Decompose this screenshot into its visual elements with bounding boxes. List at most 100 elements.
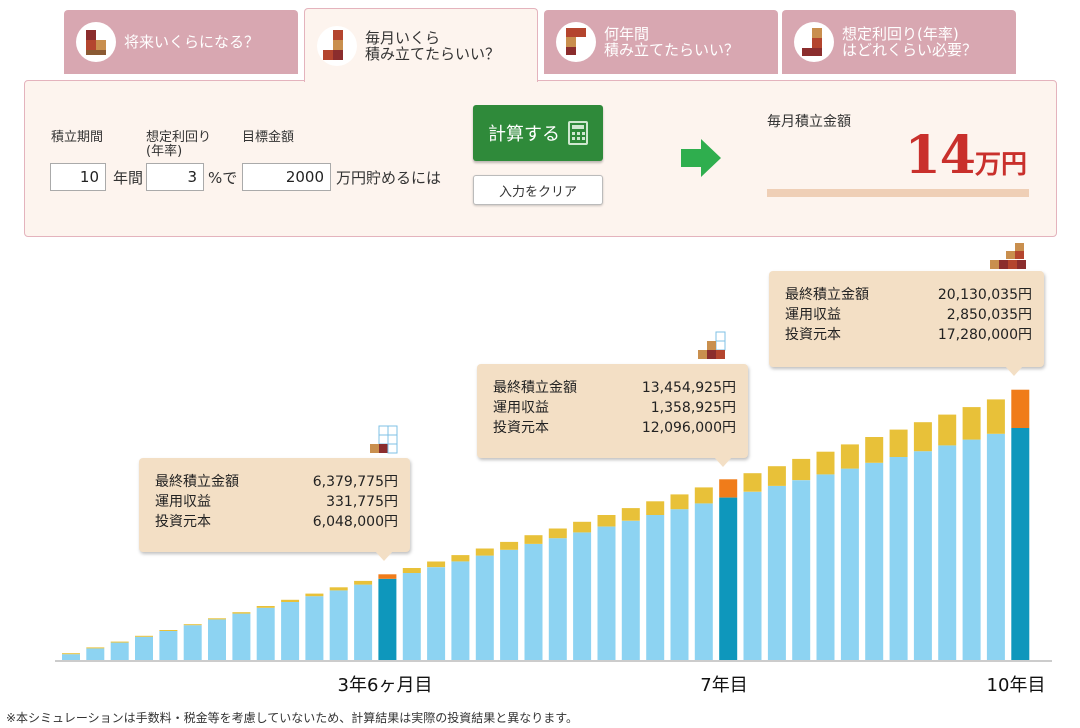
bar-gain <box>767 466 786 486</box>
callout-row: 投資元本 12,096,000円 <box>493 418 736 438</box>
bar-principal <box>232 613 251 660</box>
period-label: 積立期間 <box>51 130 104 145</box>
blocks-icon <box>317 25 357 66</box>
blocks-stack-icon <box>369 424 399 462</box>
bar-principal <box>840 468 859 660</box>
bar-principal <box>159 631 178 660</box>
result-value: 14万円 <box>767 125 1027 186</box>
tab-future-value[interactable]: 将来いくらになる？ <box>64 10 298 74</box>
row-value: 17,280,000円 <box>937 327 1032 343</box>
callout-7y: 最終積立金額 13,454,925円 運用収益 1,358,925円 投資元本 12,… <box>477 331 748 467</box>
bar-gain <box>743 473 762 492</box>
tab-required-rate[interactable]: 想定利回り(年率) はどれくらい必要？ <box>782 10 1016 74</box>
row-key: 投資元本 <box>155 514 211 530</box>
bar-principal <box>816 474 835 660</box>
bar-gain <box>621 508 640 521</box>
disclaimer-footnote: ※本シミュレーションは手数料・税金等を考慮していないため、計算結果は実際の投資結… <box>6 711 579 725</box>
callout-10y: 最終積立金額 20,130,035円 運用収益 2,850,035円 投資元本 17,… <box>769 243 1044 376</box>
bar-principal <box>183 625 202 660</box>
bar-principal <box>86 648 105 660</box>
row-key: 最終積立金額 <box>155 474 239 490</box>
bar-principal <box>694 503 713 660</box>
bar-gain <box>281 599 300 602</box>
bar-principal <box>281 602 300 660</box>
target-input[interactable] <box>242 163 331 191</box>
bar-principal <box>354 584 373 660</box>
bar-gain <box>329 587 348 591</box>
tab-years[interactable]: 何年間 積み立てたらいい？ <box>544 10 778 74</box>
bar-gain <box>232 612 251 614</box>
bar-gain <box>719 479 738 498</box>
bar-gain <box>256 606 275 608</box>
bar-principal <box>305 596 324 660</box>
tab-monthly-amount[interactable]: 毎月いくら 積み立てたらいい？ <box>304 8 538 82</box>
bar-gain <box>889 429 908 457</box>
calculate-button[interactable]: 計算する <box>473 105 603 161</box>
tab-label: 将来いくらになる？ <box>124 33 260 51</box>
bar-principal <box>1011 428 1030 660</box>
bar-gain <box>62 653 80 655</box>
bar-gain <box>500 541 519 550</box>
row-value: 6,048,000円 <box>312 514 398 530</box>
target-label: 目標金額 <box>242 130 295 145</box>
callout-row: 投資元本 17,280,000円 <box>785 325 1032 345</box>
row-key: 運用収益 <box>155 494 211 510</box>
bar-gain <box>378 574 397 579</box>
bar-principal <box>62 654 80 660</box>
result-underline <box>767 189 1029 197</box>
blocks-icon <box>556 22 596 62</box>
bar-principal <box>938 445 957 660</box>
callout-pointer <box>375 551 393 561</box>
bar-principal <box>256 607 275 660</box>
bar-gain <box>402 568 421 573</box>
bar-principal <box>889 457 908 660</box>
bar-gain <box>792 458 811 481</box>
rate-input[interactable] <box>146 163 204 191</box>
bar-gain <box>110 641 129 643</box>
bar-principal <box>743 491 762 660</box>
bar-gain <box>548 528 567 539</box>
period-unit: 年間 <box>113 169 144 187</box>
blocks-icon <box>794 22 834 62</box>
bar-gain <box>427 561 446 568</box>
row-value: 20,130,035円 <box>937 287 1032 303</box>
bar-gain <box>573 521 592 533</box>
period-input[interactable] <box>50 163 106 191</box>
bar-principal <box>767 486 786 660</box>
bar-principal <box>646 515 665 660</box>
bar-gain <box>865 437 884 463</box>
row-key: 最終積立金額 <box>493 380 577 396</box>
bar-gain <box>524 535 543 544</box>
row-key: 運用収益 <box>493 400 549 416</box>
callout-row: 最終積立金額 20,130,035円 <box>785 285 1032 305</box>
row-value: 13,454,925円 <box>641 380 736 396</box>
bar-gain <box>86 647 105 649</box>
bar-principal <box>986 433 1005 660</box>
blocks-icon <box>76 22 116 62</box>
bar-gain <box>986 399 1005 434</box>
bar-gain <box>305 593 324 597</box>
row-key: 投資元本 <box>493 420 549 436</box>
callout-row: 運用収益 2,850,035円 <box>785 305 1032 325</box>
bar-principal <box>524 544 543 660</box>
blocks-stack-icon <box>989 241 1031 275</box>
bar-principal <box>670 509 689 660</box>
bar-gain <box>451 555 470 562</box>
bar-principal <box>500 549 519 660</box>
row-key: 運用収益 <box>785 307 841 323</box>
bar-gain <box>208 618 226 620</box>
callout-row: 運用収益 331,775円 <box>155 492 398 512</box>
bar-gain <box>816 451 835 475</box>
bar-principal <box>329 590 348 660</box>
bar-gain <box>475 548 494 556</box>
clear-input-button[interactable]: 入力をクリア <box>473 175 603 205</box>
rate-label: 想定利回り (年率) <box>146 130 212 159</box>
row-value: 331,775円 <box>326 494 398 510</box>
callout-3y6m: 最終積立金額 6,379,775円 運用収益 331,775円 投資元本 6,048,… <box>139 425 410 561</box>
callout-row: 投資元本 6,048,000円 <box>155 512 398 532</box>
tab-label: 何年間 積み立てたらいい？ <box>604 25 740 59</box>
row-key: 投資元本 <box>785 327 841 343</box>
tab-bar: 将来いくらになる？ 毎月いくら 積み立てたらいい？ 何年間 積み立てたらいい？ … <box>64 8 1024 82</box>
bar-gain <box>938 414 957 446</box>
bar-gain <box>913 422 932 452</box>
